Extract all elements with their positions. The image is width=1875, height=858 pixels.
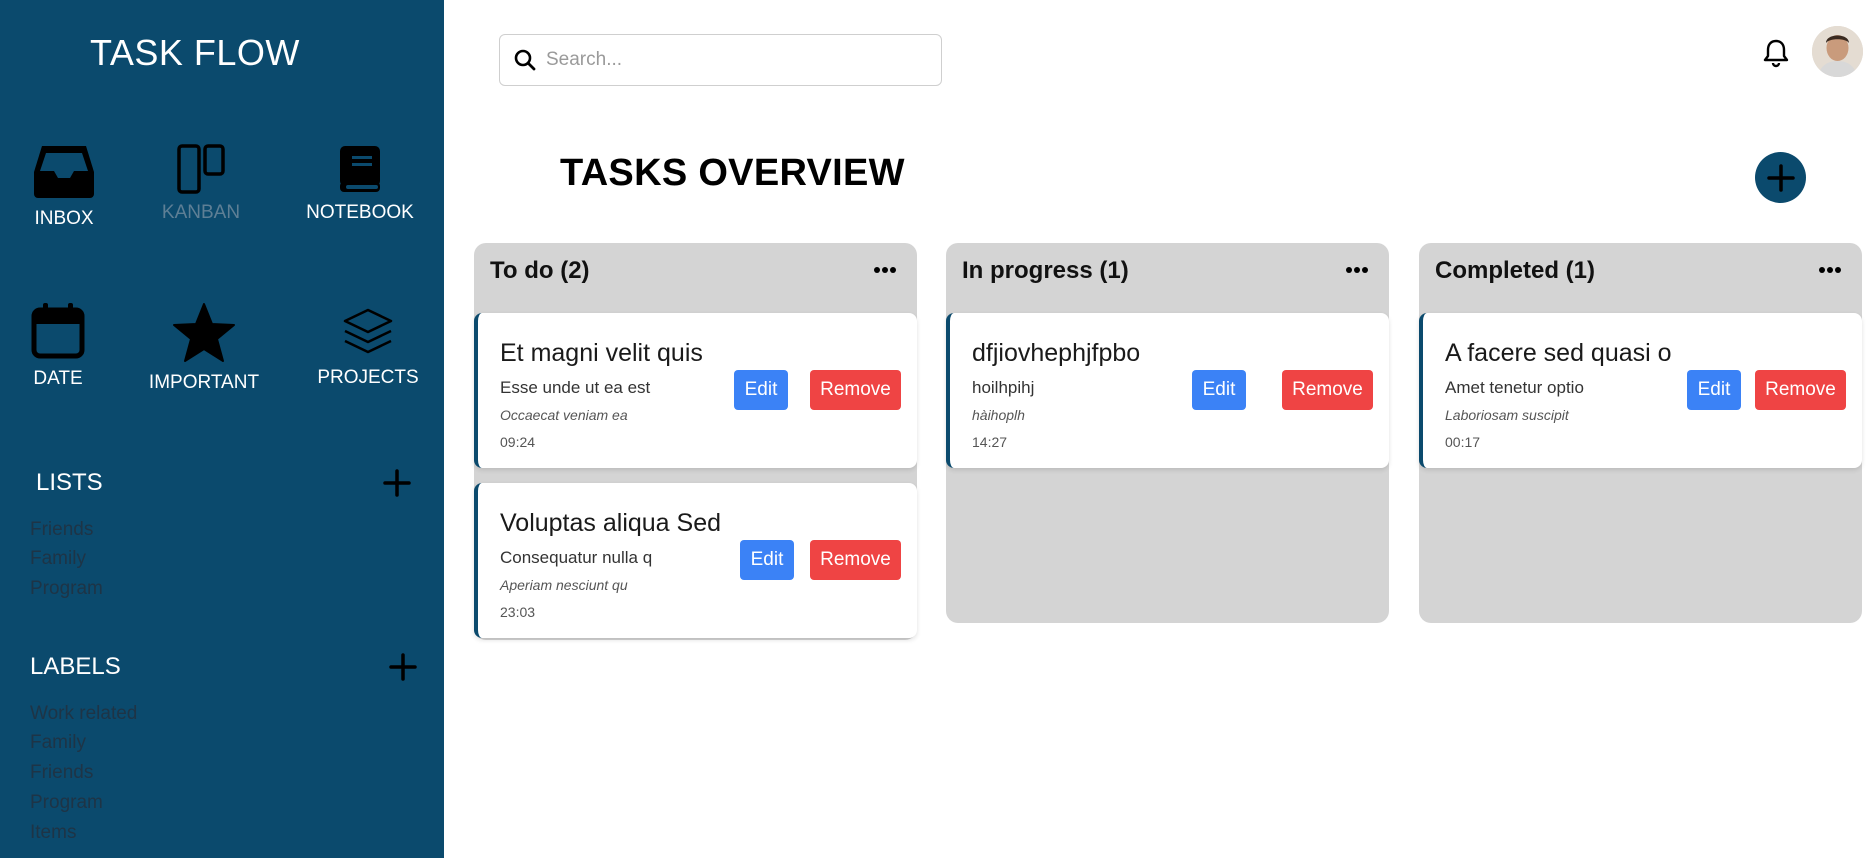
column-in-progress: In progress (1) dfjiovhephjfpbo hoilhpih… [946,243,1389,623]
avatar[interactable] [1812,26,1863,77]
inbox-icon [34,146,94,198]
bell-icon[interactable] [1762,38,1790,68]
task-title: A facere sed quasi o [1445,339,1672,367]
notebook-icon [340,146,380,192]
task-card[interactable]: A facere sed quasi o Amet tenetur optio … [1419,313,1862,468]
avatar-image [1812,26,1863,77]
column-completed: Completed (1) A facere sed quasi o Amet … [1419,243,1862,623]
edit-button[interactable]: Edit [1687,370,1741,410]
task-title: Voluptas aliqua Sed [500,509,722,537]
remove-button[interactable]: Remove [810,540,901,580]
plus-icon [1766,163,1795,192]
task-description: Amet tenetur optio [1445,378,1584,397]
label-item-family[interactable]: Family [30,732,86,754]
task-note: Laboriosam suscipit [1445,407,1569,423]
remove-button[interactable]: Remove [1282,370,1373,410]
sidebar: TASK FLOW INBOX KANBAN NOTEBOOK DATE IMP… [0,0,444,858]
more-options-icon[interactable] [1345,265,1369,275]
page-title: TASKS OVERVIEW [560,152,905,194]
task-note: hàihoplh [972,407,1025,423]
task-time: 00:17 [1445,434,1481,450]
nav-label-important: IMPORTANT [148,372,260,393]
nav-important[interactable]: IMPORTANT [148,302,260,394]
nav-kanban[interactable]: KANBAN [158,144,244,224]
search-icon [514,49,536,71]
edit-button[interactable]: Edit [734,370,788,410]
layers-icon [343,308,393,354]
star-icon [173,303,235,362]
list-item-friends[interactable]: Friends [30,519,93,541]
task-card[interactable]: Et magni velit quis Esse unde ut ea est … [474,313,917,468]
edit-button[interactable]: Edit [1192,370,1246,410]
task-description: Esse unde ut ea est [500,378,651,397]
task-note: Aperiam nesciunt qu [500,577,628,593]
task-time: 14:27 [972,434,1008,450]
add-task-button[interactable] [1755,152,1806,203]
remove-button[interactable]: Remove [810,370,901,410]
nav-label-kanban: KANBAN [161,202,241,223]
more-options-icon[interactable] [1818,265,1842,275]
task-description: hoilhpihj [972,378,1035,397]
nav-projects[interactable]: PROJECTS [317,307,419,389]
list-item-program[interactable]: Program [30,578,103,600]
nav-label-projects: PROJECTS [317,367,419,388]
nav-date[interactable]: DATE [30,302,86,390]
nav-label-notebook: NOTEBOOK [306,202,414,223]
task-title: dfjiovhephjfpbo [972,339,1141,367]
label-item-items[interactable]: Items [30,822,76,844]
search-box [499,34,942,86]
task-card[interactable]: Voluptas aliqua Sed Consequatur nulla q … [474,483,917,638]
task-time: 23:03 [500,604,536,620]
add-label-icon[interactable] [388,652,418,682]
remove-button[interactable]: Remove [1755,370,1846,410]
label-item-work-related[interactable]: Work related [30,703,137,725]
labels-title: LABELS [30,653,121,680]
nav-label-date: DATE [33,368,83,389]
lists-title: LISTS [36,469,103,496]
label-item-friends[interactable]: Friends [30,762,93,784]
task-card[interactable]: dfjiovhephjfpbo hoilhpihj hàihoplh 14:27… [946,313,1389,468]
nav-notebook[interactable]: NOTEBOOK [305,144,415,224]
column-title: In progress (1) [962,257,1129,284]
task-title: Et magni velit quis [500,339,703,367]
nav-inbox[interactable]: INBOX [30,144,98,230]
label-item-program[interactable]: Program [30,792,103,814]
task-time: 09:24 [500,434,536,450]
search-input[interactable] [546,49,926,71]
task-description: Consequatur nulla q [500,548,653,567]
column-title: Completed (1) [1435,257,1596,284]
calendar-icon [31,303,85,359]
edit-button[interactable]: Edit [740,540,794,580]
column-title: To do (2) [490,257,590,284]
task-note: Occaecat veniam ea [500,407,628,423]
more-options-icon[interactable] [873,265,897,275]
list-item-family[interactable]: Family [30,548,86,570]
brand-title: TASK FLOW [90,32,300,73]
column-todo: To do (2) Et magni velit quis Esse unde … [474,243,917,640]
kanban-icon [177,144,225,194]
nav-label-inbox: INBOX [34,208,94,229]
add-list-icon[interactable] [382,468,412,498]
